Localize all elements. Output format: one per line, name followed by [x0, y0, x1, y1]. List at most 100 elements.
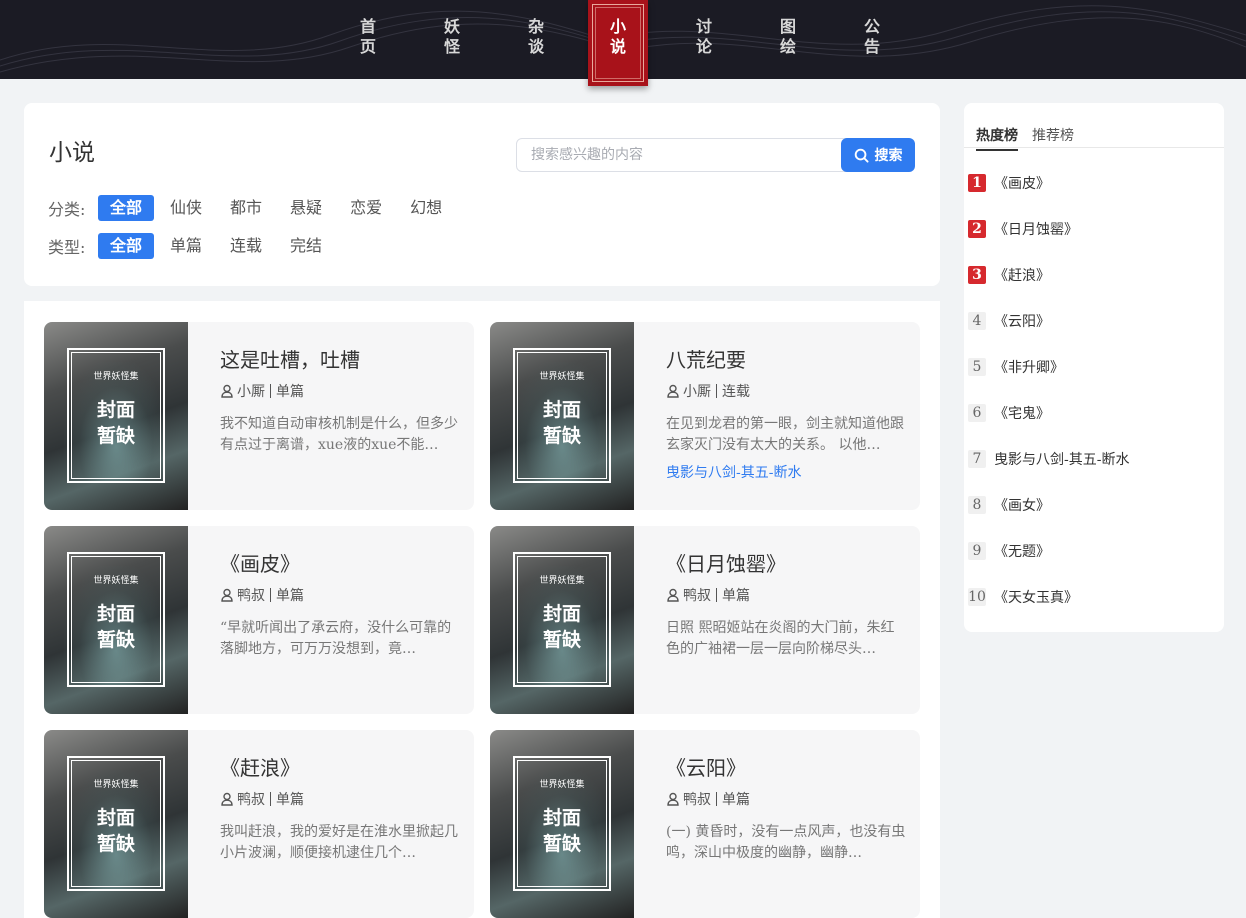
nav-item-label: 讨 [695, 17, 712, 36]
novel-card-body: 《云阳》 鸭叔 单篇 (一) 黄昏时，没有一点风声，也没有虫鸣，深山中极度的幽静，幽静… [666, 754, 906, 864]
novel-list: 世界妖怪集 封面 暂缺 这是吐槽，吐槽 小厮 单篇 我不知道自动审核机制是什么，但多少有点过… [24, 301, 940, 918]
novel-title[interactable]: 这是吐槽，吐槽 [220, 346, 460, 374]
cover-placeholder-text: 封面 暂缺 [44, 601, 188, 653]
nav-item-0[interactable]: 首页 [340, 0, 396, 79]
category-option-chip[interactable]: 都市 [218, 195, 274, 221]
search-button-label: 搜索 [874, 148, 903, 164]
novel-description: 在见到龙君的第一眼，剑主就知道他跟玄家灭门没有太大的关系。 以他… [666, 416, 904, 453]
ranking-number-badge: 6 [968, 404, 986, 422]
novel-author[interactable]: 鸭叔 [237, 789, 265, 809]
meta-separator [716, 588, 717, 602]
page-title: 小说 [49, 140, 95, 166]
novel-description: “早就听闻出了承云府，没什么可靠的落脚地方，可万万没想到，竟… [220, 620, 452, 657]
novel-description: 我叫赶浪，我的爱好是在淮水里掀起几小片波澜，顺便接机逮住几个… [220, 824, 458, 861]
category-filter-label: 分类: [48, 200, 86, 219]
cover-line-2: 暂缺 [96, 425, 135, 447]
novel-description: 我不知道自动审核机制是什么，但多少有点过于离谱，xue液的xue不能… [220, 416, 458, 453]
novel-author[interactable]: 鸭叔 [683, 789, 711, 809]
type-option-chip[interactable]: 单篇 [158, 233, 214, 259]
nav-item-2[interactable]: 杂谈 [508, 0, 564, 79]
search-input[interactable] [516, 138, 856, 172]
novel-card[interactable]: 世界妖怪集 封面 暂缺 《画皮》 鸭叔 单篇 “早就听闻出了承云府，没什么可靠的落脚地方，可… [44, 526, 474, 714]
cover-line-2: 暂缺 [542, 629, 581, 651]
ranking-item[interactable]: 7 曳影与八剑-其五-断水 [968, 450, 1129, 468]
type-option-chip[interactable]: 连载 [218, 233, 274, 259]
nav-item-label: 说 [609, 37, 626, 56]
novel-card[interactable]: 世界妖怪集 封面 暂缺 这是吐槽，吐槽 小厮 单篇 我不知道自动审核机制是什么，但多少有点过… [44, 322, 474, 510]
novel-series-link[interactable]: 曳影与八剑-其五-断水 [666, 462, 906, 482]
ranking-divider [964, 147, 1224, 148]
category-filter-row: 分类: 全部 仙侠 都市 悬疑 恋爱 幻想 [48, 195, 458, 221]
meta-separator [716, 792, 717, 806]
filter-panel: 小说 搜索 分类: 全部仙侠都市悬疑恋爱幻想 类型: 全部单篇连载完结 [24, 103, 940, 286]
nav-item-3[interactable]: 小说 [588, 0, 648, 86]
cover-placeholder-text: 封面 暂缺 [490, 601, 634, 653]
ranking-item-title: 《无题》 [994, 544, 1050, 560]
novel-meta: 小厮 单篇 [220, 382, 460, 400]
type-filter-row: 类型: 全部 单篇 连载 完结 [48, 233, 338, 259]
novel-title[interactable]: 八荒纪要 [666, 346, 906, 374]
cover-placeholder-text: 封面 暂缺 [44, 805, 188, 857]
category-option-chip[interactable]: 恋爱 [338, 195, 394, 221]
category-option-chip[interactable]: 仙侠 [158, 195, 214, 221]
novel-author[interactable]: 小厮 [683, 381, 711, 401]
meta-separator [270, 792, 271, 806]
category-option-chip[interactable]: 全部 [98, 195, 155, 221]
novel-description: 日照 熙昭姬站在炎阁的大门前，朱红色的广袖裙一层一层向阶梯尽头… [666, 620, 895, 657]
ranking-item-title: 《赶浪》 [994, 268, 1050, 284]
ranking-item[interactable]: 6 《宅鬼》 [968, 404, 1050, 422]
novel-card-body: 《画皮》 鸭叔 单篇 “早就听闻出了承云府，没什么可靠的落脚地方，可万万没想到，竟… [220, 550, 460, 660]
novel-card[interactable]: 世界妖怪集封面 暂缺 《日月蚀罂》鸭叔 单篇日照 熙昭姬站在炎阁的大门前，朱红色的广袖… [490, 526, 920, 714]
user-icon [667, 384, 679, 398]
category-option-chip[interactable]: 悬疑 [278, 195, 334, 221]
nav-item-label: 杂 [527, 17, 544, 36]
type-option-chip[interactable]: 完结 [278, 233, 334, 259]
novel-cover-image: 世界妖怪集 封面 暂缺 [44, 730, 188, 918]
novel-author[interactable]: 小厮 [237, 381, 265, 401]
type-option-chip[interactable]: 全部 [98, 233, 155, 259]
cover-series-text: 世界妖怪集 [539, 372, 585, 382]
ranking-item-title: 《画女》 [994, 498, 1050, 514]
user-icon [667, 792, 679, 806]
ranking-item[interactable]: 5 《非升卿》 [968, 358, 1064, 376]
nav-item-5[interactable]: 图绘 [760, 0, 816, 79]
novel-card[interactable]: 世界妖怪集 封面 暂缺 八荒纪要 小厮 连载 在见到龙君的第一眼，剑主就知道他跟玄家灭门没有… [490, 322, 920, 510]
ranking-item[interactable]: 2 《日月蚀罂》 [968, 220, 1078, 238]
ranking-item-title: 《天女玉真》 [994, 590, 1078, 606]
novel-card-body: 这是吐槽，吐槽小厮 单篇我不知道自动审核机制是什么，但多少有点过于离谱，xue液的… [220, 346, 460, 456]
nav-item-4[interactable]: 讨论 [676, 0, 732, 79]
search-bar: 搜索 [516, 138, 915, 172]
cover-series-text: 世界妖怪集 [93, 576, 139, 586]
novel-card[interactable]: 世界妖怪集封面 暂缺 《赶浪》鸭叔 单篇我叫赶浪，我的爱好是在淮水里掀起几小片波澜，顺… [44, 730, 474, 918]
search-button[interactable]: 搜索 [841, 138, 915, 172]
novel-author[interactable]: 鸭叔 [683, 585, 711, 605]
ranking-item-title: 《日月蚀罂》 [994, 222, 1078, 238]
cover-series-text: 世界妖怪集 [539, 780, 585, 790]
meta-separator [270, 384, 271, 398]
novel-title[interactable]: 《赶浪》 [220, 754, 460, 782]
ranking-item-title: 《非升卿》 [994, 360, 1064, 376]
novel-cover-image: 世界妖怪集 封面 暂缺 [490, 322, 634, 510]
novel-author[interactable]: 鸭叔 [237, 585, 265, 605]
ranking-number-badge: 1 [968, 174, 986, 192]
user-icon [667, 588, 679, 602]
ranking-item[interactable]: 3 《赶浪》 [968, 266, 1050, 284]
novel-meta: 鸭叔 单篇 [666, 586, 906, 604]
cover-series-text: 世界妖怪集 [539, 576, 585, 586]
ranking-item[interactable]: 1 《画皮》 [968, 174, 1050, 192]
novel-title[interactable]: 《日月蚀罂》 [666, 550, 906, 578]
novel-title[interactable]: 《云阳》 [666, 754, 906, 782]
ranking-item[interactable]: 8 《画女》 [968, 496, 1050, 514]
cover-series-text: 世界妖怪集 [93, 372, 139, 382]
novel-title[interactable]: 《画皮》 [220, 550, 460, 578]
nav-item-1[interactable]: 妖怪 [424, 0, 480, 79]
ranking-item[interactable]: 10 《天女玉真》 [968, 588, 1078, 606]
ranking-item[interactable]: 9 《无题》 [968, 542, 1050, 560]
ranking-item[interactable]: 4 《云阳》 [968, 312, 1050, 330]
category-option-chip[interactable]: 幻想 [398, 195, 454, 221]
novel-card-body: 八荒纪要 小厮 连载 在见到龙君的第一眼，剑主就知道他跟玄家灭门没有太大的关系。 以他… [666, 346, 906, 482]
nav-item-6[interactable]: 公告 [844, 0, 900, 79]
novel-card[interactable]: 世界妖怪集 封面 暂缺 《云阳》 鸭叔 单篇 (一) 黄昏时，没有一点风声，也没有虫鸣，深山… [490, 730, 920, 918]
novel-kind: 单篇 [276, 792, 304, 808]
cover-series-text: 世界妖怪集 [93, 780, 139, 790]
